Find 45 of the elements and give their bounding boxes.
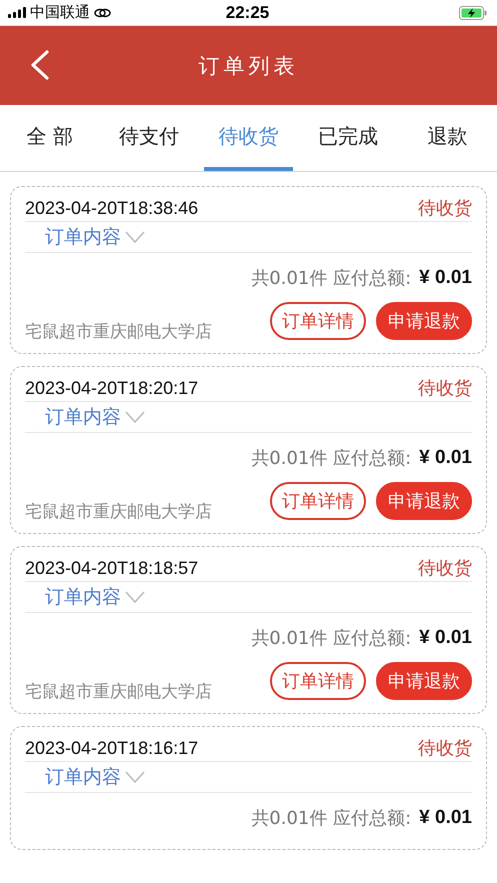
tab[interactable]: 全 部 [5,105,94,171]
order-amount: ¥ 0.01 [419,627,472,649]
signal-icon [8,7,26,18]
order-status: 待收货 [418,377,472,400]
store-name: 宅鼠超市重庆邮电大学店 [25,501,212,523]
refund-button[interactable]: 申请退款 [376,662,472,700]
details-button[interactable]: 订单详情 [270,662,366,700]
order-time: 2023-04-20T18:20:17 [25,378,198,398]
order-content-toggle[interactable]: 订单内容 [45,224,121,250]
order-content-toggle[interactable]: 订单内容 [45,584,121,610]
order-content-toggle[interactable]: 订单内容 [45,764,121,790]
tab[interactable]: 退款 [402,105,492,171]
page-title: 订单列表 [198,52,298,80]
tab[interactable]: 已完成 [303,105,393,171]
refund-button[interactable]: 申请退款 [376,482,472,520]
order-amount: ¥ 0.01 [419,267,472,289]
chevron-down-icon[interactable] [125,591,145,603]
refund-button[interactable]: 申请退款 [376,302,472,340]
carrier-name: 中国联通 [30,3,90,22]
order-status: 待收货 [418,557,472,580]
order-summary: 共0.01件 应付总额: [251,807,412,830]
order-summary: 共0.01件 应付总额: [251,267,412,290]
store-name: 宅鼠超市重庆邮电大学店 [25,681,212,703]
link-icon [94,8,111,18]
chevron-down-icon[interactable] [125,411,145,423]
order-time: 2023-04-20T18:18:57 [25,558,198,578]
store-name: 宅鼠超市重庆邮电大学店 [25,321,212,343]
tab[interactable]: 待支付 [104,105,194,171]
order-amount: ¥ 0.01 [419,447,472,469]
details-button[interactable]: 订单详情 [270,482,366,520]
back-icon[interactable] [30,50,50,80]
details-button[interactable]: 订单详情 [270,302,366,340]
battery-charging-icon [458,6,487,20]
order-status: 待收货 [418,197,472,220]
order-summary: 共0.01件 应付总额: [251,627,412,650]
chevron-down-icon[interactable] [125,231,145,243]
order-summary: 共0.01件 应付总额: [251,447,412,470]
tab[interactable]: 待收货 [204,105,294,171]
chevron-down-icon[interactable] [125,771,145,783]
status-time: 22:25 [226,2,270,22]
order-amount: ¥ 0.01 [419,807,472,829]
order-content-toggle[interactable]: 订单内容 [45,404,121,430]
order-time: 2023-04-20T18:16:17 [25,738,198,758]
order-time: 2023-04-20T18:38:46 [25,198,198,218]
order-status: 待收货 [418,737,472,760]
